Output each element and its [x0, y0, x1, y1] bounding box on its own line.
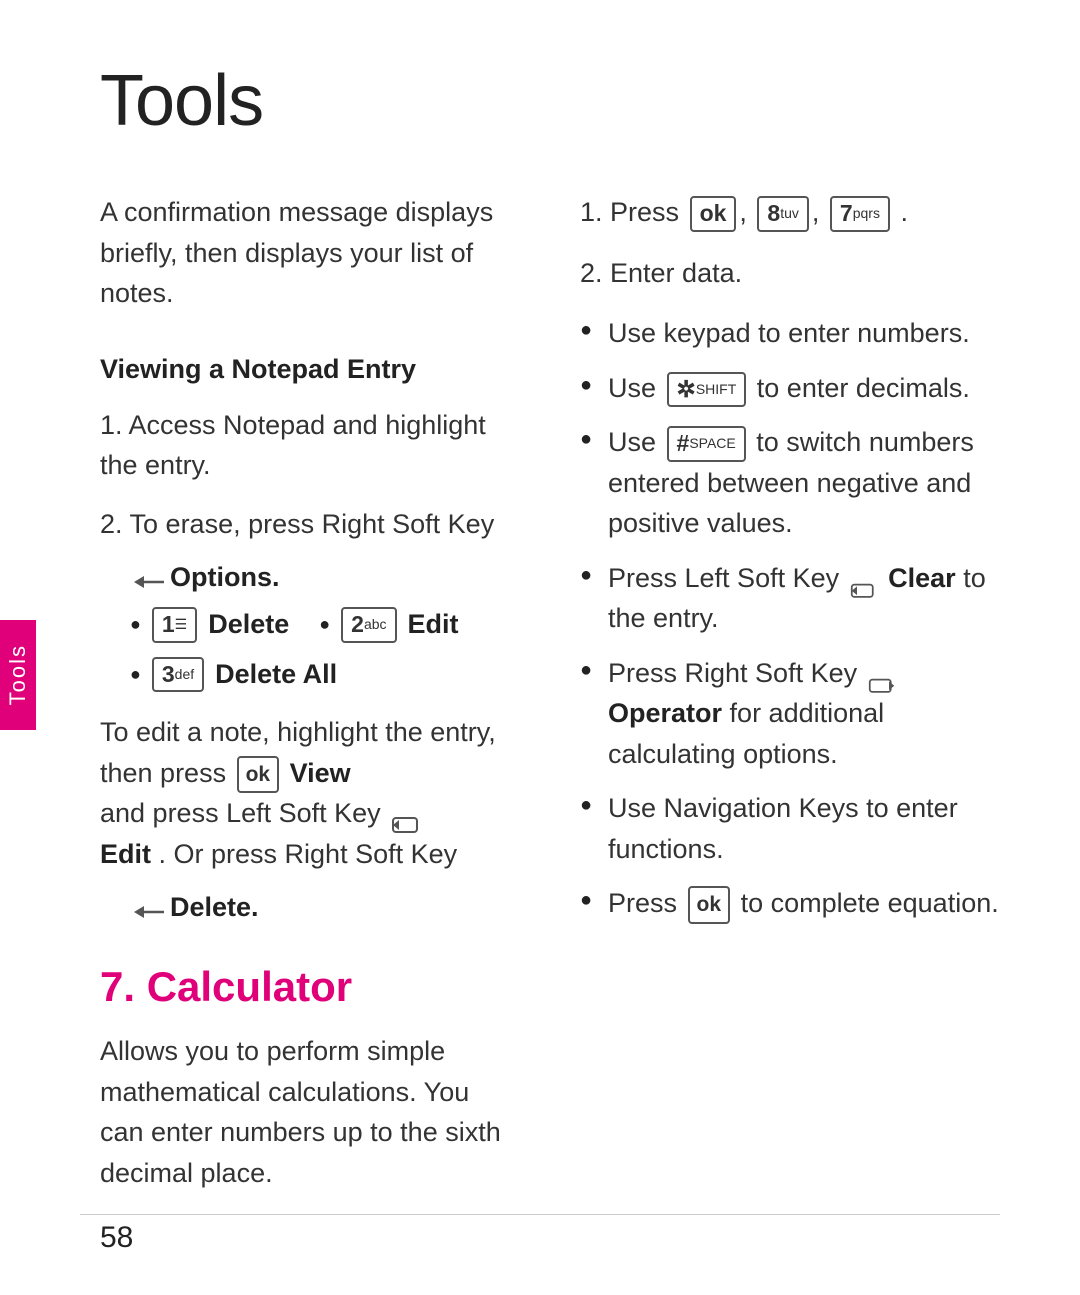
right-column: 1. Press ok, 8tuv, 7pqrs . 2. Enter data… [580, 192, 1000, 1193]
bullet-complete: Press ok to complete equation. [580, 883, 1000, 924]
calculator-heading: 7. Calculator [100, 963, 520, 1011]
bullet-complete-text1: Press [608, 888, 685, 918]
bullet-navigation: Use Navigation Keys to enter functions. [580, 788, 1000, 869]
view-text: View [290, 758, 351, 788]
edit-bold-text: Edit [100, 839, 151, 869]
bullet-delete: ● [130, 614, 141, 635]
and-press-text: and press Left Soft Key [100, 798, 381, 828]
page-number: 58 [100, 1221, 133, 1255]
right-step-2-text: 2. Enter data. [580, 258, 742, 288]
right-step-2: 2. Enter data. [580, 253, 1000, 294]
option-edit: ● 2abc Edit [319, 607, 458, 643]
operator-bold: Operator [608, 698, 722, 728]
ok-key-complete: ok [688, 886, 731, 924]
key-hash-space: #SPACE [667, 426, 746, 462]
left-soft-key-clear-icon [850, 570, 878, 588]
delete-all-label: Delete All [215, 659, 337, 690]
ok-key-step1: ok [690, 196, 737, 232]
bullet-clear: Press Left Soft Key Clear to the entry. [580, 558, 1000, 639]
key-7pqrs: 7pqrs [830, 196, 890, 232]
edit-paragraph: To edit a note, highlight the entry, the… [100, 712, 520, 874]
divider-line [80, 1214, 1000, 1215]
bullet-negative: Use #SPACE to switch numbers entered bet… [580, 422, 1000, 544]
or-press-text: . Or press Right Soft Key [159, 839, 458, 869]
key-star-shift: ✲SHIFT [667, 372, 747, 408]
bullet-operator-text1: Press Right Soft Key [608, 658, 865, 688]
bullet-keypad: Use keypad to enter numbers. [580, 313, 1000, 354]
step-1-num: 1. [100, 410, 129, 440]
ok-key-edit: ok [237, 756, 280, 794]
key-3: 3def [152, 657, 204, 693]
content-columns: A confirmation message displays briefly,… [100, 192, 1000, 1193]
viewing-heading: Viewing a Notepad Entry [100, 354, 520, 385]
key-1: 1☰ [152, 607, 197, 643]
bullet-list: Use keypad to enter numbers. Use ✲SHIFT … [580, 313, 1000, 924]
bullet-edit: ● [319, 614, 330, 635]
options-row: ● 1☰ Delete ● 2abc Edit [130, 607, 520, 643]
key-2: 2abc [341, 607, 396, 643]
delete-line: Delete. [130, 892, 520, 923]
calculator-description: Allows you to perform simple mathematica… [100, 1031, 520, 1193]
step-1: 1. Access Notepad and highlight the entr… [100, 405, 520, 486]
page-title: Tools [100, 60, 1000, 142]
right-step-1: 1. Press ok, 8tuv, 7pqrs . [580, 192, 1000, 233]
bullet-decimals-text2: to enter decimals. [757, 373, 970, 403]
page-container: Tools A confirmation message displays br… [0, 0, 1080, 1295]
right-soft-key-operator-icon [868, 665, 896, 683]
delete-label: Delete [208, 609, 289, 640]
right-step-1-prefix: 1. Press [580, 197, 679, 227]
step-2: 2. To erase, press Right Soft Key [100, 504, 520, 545]
bullet-clear-text1: Press Left Soft Key [608, 563, 847, 593]
left-column: A confirmation message displays briefly,… [100, 192, 520, 1193]
bullet-navigation-text: Use Navigation Keys to enter functions. [608, 793, 958, 864]
option-delete-all: ● 3def Delete All [130, 657, 337, 693]
bullet-decimals: Use ✲SHIFT to enter decimals. [580, 368, 1000, 409]
left-soft-key-icon-edit [391, 806, 419, 824]
options-arrow-icon [134, 568, 166, 588]
intro-text: A confirmation message displays briefly,… [100, 192, 520, 314]
delete-label-text: Delete. [170, 892, 259, 923]
bullet-operator: Press Right Soft Key Operator for additi… [580, 653, 1000, 775]
step-1-text: Access Notepad and highlight the entry. [100, 410, 486, 481]
step-2-num: 2. [100, 509, 130, 539]
delete-arrow-icon [134, 898, 166, 918]
bullet-keypad-text: Use keypad to enter numbers. [608, 318, 970, 348]
options-row-2: ● 3def Delete All [130, 657, 520, 693]
edit-label: Edit [408, 609, 459, 640]
bullet-complete-text2: to complete equation. [741, 888, 999, 918]
option-delete: ● 1☰ Delete [130, 607, 289, 643]
options-label: Options. [170, 562, 280, 593]
options-line: Options. [130, 562, 520, 593]
step-2-text: To erase, press Right Soft Key [130, 509, 495, 539]
clear-bold: Clear [888, 563, 956, 593]
bullet-decimals-text: Use [608, 373, 664, 403]
key-8tuv: 8tuv [757, 196, 808, 232]
bullet-negative-text1: Use [608, 427, 664, 457]
bullet-delete-all: ● [130, 664, 141, 685]
